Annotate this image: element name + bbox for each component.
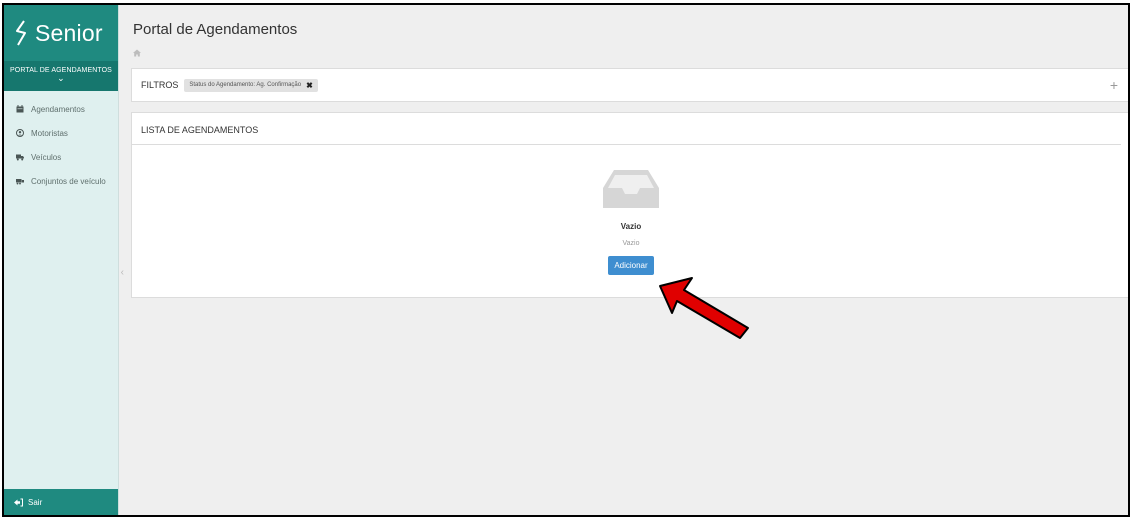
logout-label: Sair — [28, 497, 43, 507]
filters-panel: FILTROS Status do Agendamento: Ag. Confi… — [131, 68, 1128, 102]
logo: Senior — [4, 5, 118, 61]
remove-filter-icon[interactable]: ✖ — [306, 81, 313, 90]
empty-subtitle: Vazio — [622, 240, 640, 247]
user-circle-icon — [14, 129, 26, 137]
vehicle-set-icon — [14, 177, 26, 185]
filter-chip-label: Status do Agendamento: Ag. Confirmação — [189, 82, 302, 88]
sidebar-item-veiculos[interactable]: Veículos — [4, 145, 118, 169]
main-content: Portal de Agendamentos FILTROS Status do… — [119, 5, 1128, 515]
empty-state: Vazio Vazio Adicionar — [132, 168, 1128, 275]
sign-out-icon — [14, 498, 23, 506]
sidebar-item-motoristas[interactable]: Motoristas — [4, 121, 118, 145]
home-icon[interactable] — [133, 44, 1128, 62]
add-filter-icon[interactable]: + — [1110, 78, 1118, 92]
inbox-icon — [132, 168, 1128, 215]
add-button[interactable]: Adicionar — [608, 256, 654, 275]
sidebar-item-label: Agendamentos — [31, 104, 85, 114]
chevron-down-icon: ⌄ — [57, 73, 65, 83]
sidebar: Senior PORTAL DE AGENDAMENTOS ⌄ Agendame… — [4, 5, 124, 515]
page-header: Portal de Agendamentos — [119, 5, 1128, 63]
sidebar-item-label: Conjuntos de veículo — [31, 176, 106, 186]
truck-icon — [14, 153, 26, 161]
senior-logo-icon — [16, 20, 26, 46]
appointments-list-panel: LISTA DE AGENDAMENTOS Vazio Vazio Adicio… — [131, 112, 1128, 298]
app-window: Senior PORTAL DE AGENDAMENTOS ⌄ Agendame… — [2, 3, 1130, 517]
sidebar-item-label: Motoristas — [31, 128, 68, 138]
filter-chip: Status do Agendamento: Ag. Confirmação ✖ — [184, 78, 318, 92]
sidebar-nav: Agendamentos Motoristas Veículos Conjunt… — [4, 91, 118, 193]
logout-button[interactable]: Sair — [4, 489, 118, 515]
filters-label: FILTROS — [141, 80, 179, 90]
empty-title: Vazio — [620, 222, 642, 231]
sidebar-item-agendamentos[interactable]: Agendamentos — [4, 97, 118, 121]
portal-selector[interactable]: PORTAL DE AGENDAMENTOS ⌄ — [4, 61, 118, 91]
list-title: LISTA DE AGENDAMENTOS — [132, 113, 1121, 145]
sidebar-item-conjuntos-de-veiculo[interactable]: Conjuntos de veículo — [4, 169, 118, 193]
page-title: Portal de Agendamentos — [133, 21, 298, 38]
annotation-arrow-icon — [659, 277, 749, 339]
calendar-icon — [14, 105, 26, 113]
logo-text: Senior — [35, 19, 103, 46]
sidebar-item-label: Veículos — [31, 152, 62, 162]
